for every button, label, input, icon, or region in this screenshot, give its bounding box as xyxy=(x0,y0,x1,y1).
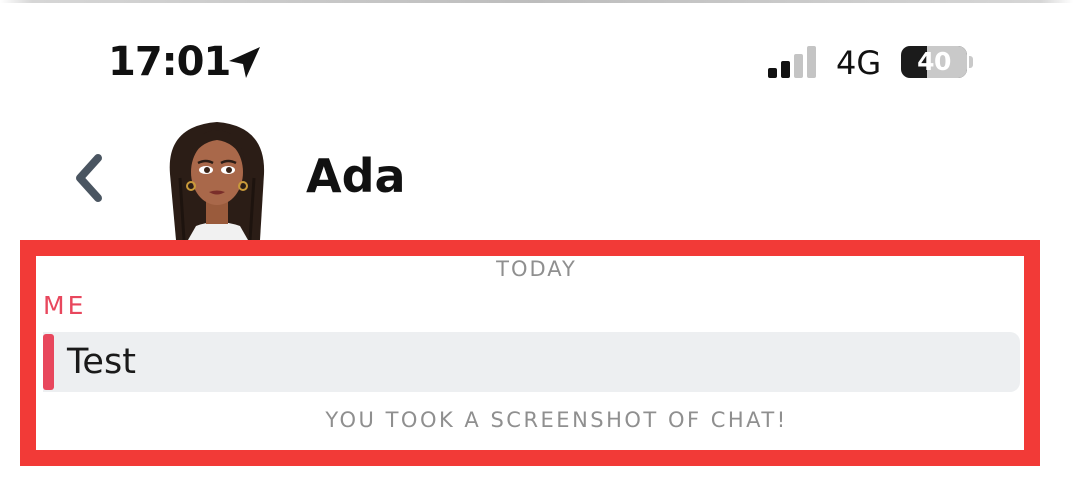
signal-bar xyxy=(768,68,777,78)
cellular-signal-icon xyxy=(768,46,820,78)
location-arrow-icon xyxy=(229,47,260,78)
contact-name[interactable]: Ada xyxy=(306,148,406,204)
top-edge-line xyxy=(0,0,1073,3)
status-time: 17:01 xyxy=(108,39,231,85)
chat-message[interactable]: Test xyxy=(43,332,1020,392)
sender-label: ME xyxy=(43,291,87,320)
network-type: 4G xyxy=(836,44,882,82)
battery-percent: 40 xyxy=(917,47,951,76)
battery-tip xyxy=(969,56,973,68)
signal-bar xyxy=(807,46,816,78)
message-text: Test xyxy=(67,342,136,382)
day-separator: TODAY xyxy=(496,257,577,281)
battery-icon: 40 xyxy=(901,46,967,78)
bitmoji-avatar[interactable] xyxy=(162,118,272,240)
screenshot-notice: YOU TOOK A SCREENSHOT OF CHAT! xyxy=(325,408,788,432)
chevron-left-icon[interactable] xyxy=(68,150,108,206)
message-accent-stripe xyxy=(43,334,54,390)
signal-bar xyxy=(794,54,803,78)
signal-bar xyxy=(781,61,790,78)
